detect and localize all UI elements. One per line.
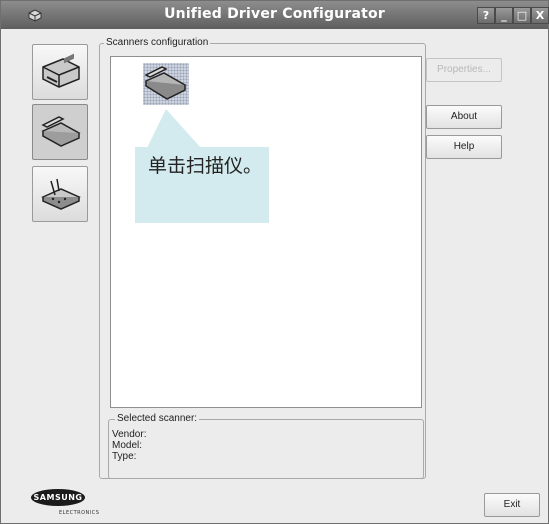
samsung-logo: SAMSUNG ELECTRONICS: [31, 489, 100, 516]
help-window-button[interactable]: ?: [477, 7, 495, 24]
driver-configurator-window: Unified Driver Configurator ? _ □ X Scan…: [0, 0, 549, 524]
exit-button[interactable]: Exit: [484, 493, 540, 517]
window-title: Unified Driver Configurator: [164, 6, 385, 22]
sidebar-item-printers[interactable]: [32, 44, 88, 100]
scanner-icon: [144, 66, 187, 100]
scanner-icon: [41, 116, 81, 147]
sidebar-item-ports[interactable]: [32, 166, 88, 222]
selected-scanner-label: Selected scanner:: [115, 413, 200, 424]
logo-sub: ELECTRONICS: [59, 510, 100, 516]
minimize-button[interactable]: _: [495, 7, 513, 24]
sidebar-item-scanners[interactable]: [32, 104, 88, 160]
scanner-list-item[interactable]: [143, 63, 189, 105]
help-button[interactable]: Help: [426, 135, 502, 159]
maximize-button[interactable]: □: [513, 7, 531, 24]
model-label: Model:: [112, 440, 143, 451]
callout-pointer: [147, 109, 201, 148]
vendor-label: Vendor:: [112, 429, 147, 440]
selected-scanner-details: Vendor: Model: Type:: [112, 429, 146, 462]
printer-icon: [42, 53, 80, 88]
title-bar[interactable]: Unified Driver Configurator ? _ □ X: [1, 1, 549, 29]
type-label: Type:: [112, 451, 137, 462]
scanners-configuration-label: Scanners configuration: [104, 37, 211, 48]
selected-scanner-group: [108, 419, 424, 479]
close-button[interactable]: X: [531, 7, 549, 24]
callout-tooltip: 单击扫描仪。: [135, 147, 269, 223]
about-button[interactable]: About: [426, 105, 502, 129]
properties-button[interactable]: Properties...: [426, 58, 502, 82]
callout-text: 单击扫描仪。: [148, 155, 263, 177]
port-icon: [41, 178, 81, 210]
logo-brand: SAMSUNG: [31, 489, 85, 506]
